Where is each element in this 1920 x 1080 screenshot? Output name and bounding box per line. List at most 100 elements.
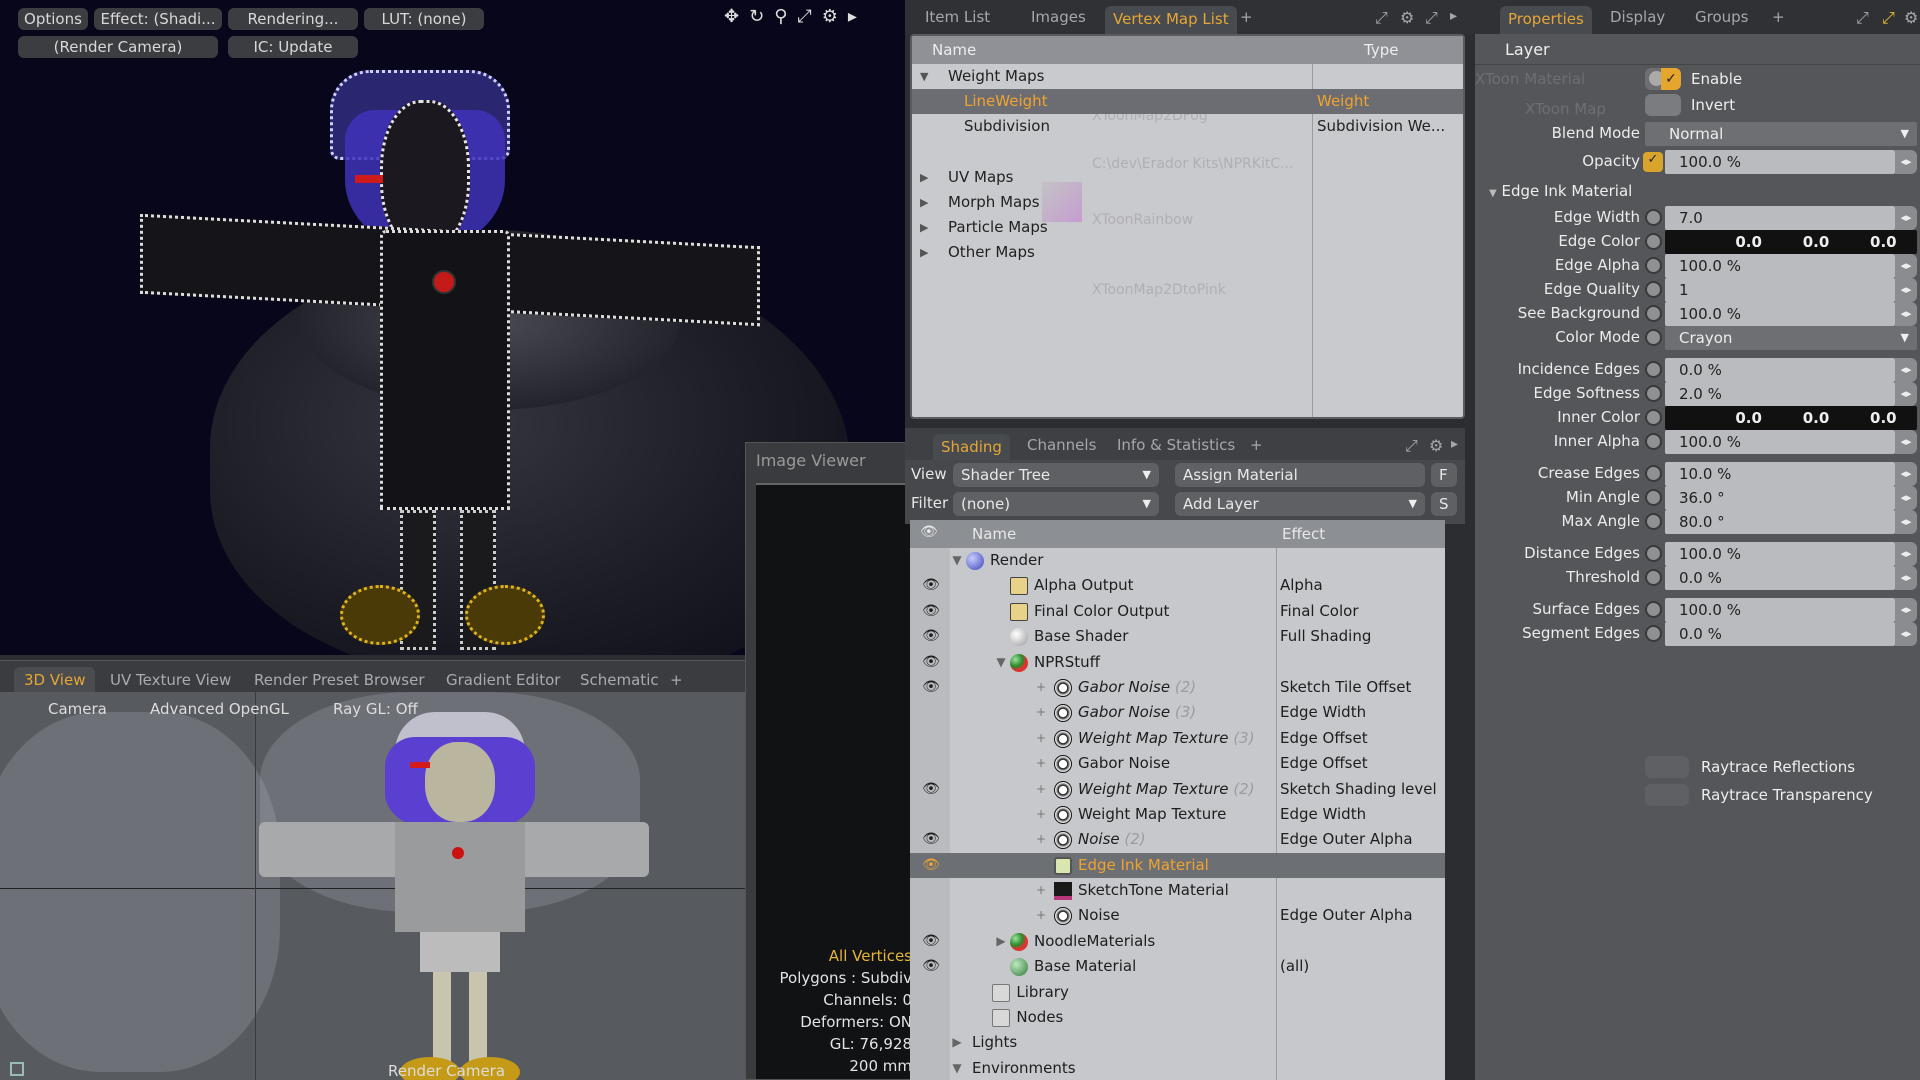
- rotate-icon[interactable]: ↻: [749, 6, 764, 27]
- segment-edges-field[interactable]: 0.0 %: [1665, 622, 1895, 646]
- add-tab-button[interactable]: +: [1240, 8, 1253, 26]
- visibility-eye-icon[interactable]: 👁: [920, 954, 942, 979]
- visibility-eye-icon[interactable]: 👁: [920, 573, 942, 598]
- zoom-icon[interactable]: ⚲: [774, 6, 787, 27]
- column-type[interactable]: Type: [1364, 41, 1398, 59]
- edge-width-field[interactable]: 7.0: [1665, 206, 1895, 230]
- tab-schematic[interactable]: Schematic: [570, 667, 669, 693]
- shader-tree-row[interactable]: + Weight Map Texture Edge Width: [910, 802, 1445, 827]
- expand-plus-icon[interactable]: +: [1034, 726, 1048, 751]
- add-tab-button[interactable]: +: [1250, 436, 1263, 454]
- add-tab-button[interactable]: +: [1772, 8, 1785, 26]
- spinner-icon[interactable]: ◂▸: [1895, 254, 1917, 278]
- channel-radio-icon[interactable]: [1645, 465, 1662, 482]
- lut-dropdown[interactable]: LUT: (none): [364, 8, 484, 30]
- inner-alpha-field[interactable]: 100.0 %: [1665, 430, 1895, 454]
- expand-plus-icon[interactable]: +: [1034, 802, 1048, 827]
- visibility-eye-icon[interactable]: 👁: [920, 650, 942, 675]
- gear-icon[interactable]: ⚙: [1400, 8, 1414, 27]
- shader-tree-row[interactable]: 👁 Alpha Output Alpha: [910, 573, 1445, 598]
- edge-alpha-field[interactable]: 100.0 %: [1665, 254, 1895, 278]
- raytrace-transparency-checkbox[interactable]: [1645, 784, 1689, 806]
- spinner-icon[interactable]: ◂▸: [1895, 598, 1917, 622]
- visibility-eye-icon[interactable]: 👁: [920, 599, 942, 624]
- tab-uv-texture-view[interactable]: UV Texture View: [100, 667, 241, 693]
- spinner-icon[interactable]: ◂▸: [1895, 278, 1917, 302]
- shader-tree-row[interactable]: + Gabor Noise (3) Edge Width: [910, 700, 1445, 725]
- tab-groups[interactable]: Groups: [1695, 8, 1748, 26]
- tab-shading[interactable]: Shading: [933, 434, 1010, 462]
- incidence-edges-field[interactable]: 0.0 %: [1665, 358, 1895, 382]
- shader-tree-row[interactable]: ▼ Render: [910, 548, 1445, 573]
- expand-plus-icon[interactable]: +: [1034, 700, 1048, 725]
- maximize-icon[interactable]: ⤢: [1882, 8, 1895, 28]
- vertex-map-row-subdivision[interactable]: Subdivision Subdivision We...: [912, 114, 1463, 139]
- expand-right-icon[interactable]: ▶: [920, 190, 928, 215]
- s-button[interactable]: S: [1431, 492, 1457, 516]
- expand-down-icon[interactable]: ▼: [994, 650, 1008, 675]
- shader-tree[interactable]: 👁 Name Effect ▼ Render 👁 Alpha Output Alpha 👁…: [910, 520, 1445, 1080]
- visibility-eye-icon[interactable]: 👁: [920, 827, 942, 852]
- expand-plus-icon[interactable]: +: [1034, 751, 1048, 776]
- channel-radio-icon[interactable]: [1645, 545, 1662, 562]
- threshold-field[interactable]: 0.0 %: [1665, 566, 1895, 590]
- rendering-dropdown[interactable]: Rendering...: [228, 8, 358, 30]
- min-angle-field[interactable]: 36.0 °: [1665, 486, 1895, 510]
- distance-edges-field[interactable]: 100.0 %: [1665, 542, 1895, 566]
- shader-tree-row[interactable]: 👁 + Gabor Noise (2) Sketch Tile Offset: [910, 675, 1445, 700]
- edge-quality-field[interactable]: 1: [1665, 278, 1895, 302]
- group-weight-maps[interactable]: ▼ Weight Maps: [912, 64, 1463, 89]
- raytrace-reflections-checkbox[interactable]: [1645, 756, 1689, 778]
- visibility-eye-icon[interactable]: 👁: [920, 929, 942, 954]
- shader-tree-row[interactable]: 👁 ▼ NPRStuff: [910, 650, 1445, 675]
- see-background-field[interactable]: 100.0 %: [1665, 302, 1895, 326]
- tab-3d-view[interactable]: 3D View: [14, 667, 96, 693]
- maximize-icon[interactable]: ⤢: [1856, 8, 1869, 28]
- shader-tree-row[interactable]: 👁 + Weight Map Texture (2) Sketch Shading l…: [910, 777, 1445, 802]
- channel-radio-icon[interactable]: [1645, 385, 1662, 402]
- filter-dropdown[interactable]: (none) ▼: [953, 492, 1159, 516]
- channel-radio-icon[interactable]: [1645, 433, 1662, 450]
- shader-tree-row[interactable]: Library: [910, 980, 1445, 1005]
- vertex-map-row-lineweight[interactable]: LineWeight Weight: [912, 89, 1463, 114]
- group-uv-maps[interactable]: ▶ UV Maps: [912, 165, 1463, 190]
- shader-tree-row[interactable]: 👁 Final Color Output Final Color: [910, 599, 1445, 624]
- tab-properties[interactable]: Properties: [1500, 6, 1592, 34]
- expand-plus-icon[interactable]: +: [1034, 903, 1048, 928]
- channel-radio-icon[interactable]: [1645, 281, 1662, 298]
- spinner-icon[interactable]: ◂▸: [1895, 486, 1917, 510]
- max-angle-field[interactable]: 80.0 °: [1665, 510, 1895, 534]
- edge-softness-field[interactable]: 2.0 %: [1665, 382, 1895, 406]
- corner-widget-icon[interactable]: [10, 1062, 24, 1076]
- tab-images[interactable]: Images: [1031, 8, 1086, 26]
- channel-radio-icon[interactable]: [1645, 489, 1662, 506]
- shader-tree-row[interactable]: ▼ Environments: [910, 1056, 1445, 1080]
- channel-radio-icon[interactable]: [1645, 601, 1662, 618]
- expand-right-icon[interactable]: ▶: [950, 1030, 964, 1055]
- vertex-map-list[interactable]: Name Type XToonMap2DFog C:\dev\Erador Ki…: [910, 34, 1465, 419]
- spinner-icon[interactable]: ◂▸: [1895, 542, 1917, 566]
- spinner-icon[interactable]: ◂▸: [1895, 382, 1917, 406]
- spinner-icon[interactable]: ◂▸: [1895, 566, 1917, 590]
- 3d-character-model[interactable]: [255, 712, 655, 1080]
- expand-right-icon[interactable]: ▶: [920, 240, 928, 265]
- enable-checkbox[interactable]: ✓: [1645, 68, 1681, 90]
- shader-tree-row[interactable]: 👁 + Noise (2) Edge Outer Alpha: [910, 827, 1445, 852]
- edge-color-field[interactable]: 0.0 0.0 0.0: [1665, 230, 1917, 254]
- expand-down-icon[interactable]: ▼: [920, 64, 928, 89]
- gear-icon[interactable]: ⚙: [1904, 8, 1918, 27]
- shader-tree-row[interactable]: 👁 Base Shader Full Shading: [910, 624, 1445, 649]
- section-edge-ink-material[interactable]: ▼ Edge Ink Material: [1489, 182, 1632, 200]
- spinner-icon[interactable]: ◂▸: [1895, 206, 1917, 230]
- group-morph-maps[interactable]: ▶ Morph Maps: [912, 190, 1463, 215]
- expand-right-icon[interactable]: ▶: [994, 929, 1008, 954]
- channel-radio-icon[interactable]: [1645, 305, 1662, 322]
- color-mode-dropdown[interactable]: Crayon ▼: [1665, 326, 1917, 350]
- channel-radio-icon[interactable]: [1645, 257, 1662, 274]
- tab-info-statistics[interactable]: Info & Statistics: [1117, 436, 1235, 454]
- maximize-icon[interactable]: ⤢: [1375, 8, 1388, 28]
- group-particle-maps[interactable]: ▶ Particle Maps: [912, 215, 1463, 240]
- shader-tree-row[interactable]: + Gabor Noise Edge Offset: [910, 751, 1445, 776]
- maximize-icon[interactable]: ⤢: [1405, 436, 1418, 456]
- channel-radio-icon[interactable]: [1645, 513, 1662, 530]
